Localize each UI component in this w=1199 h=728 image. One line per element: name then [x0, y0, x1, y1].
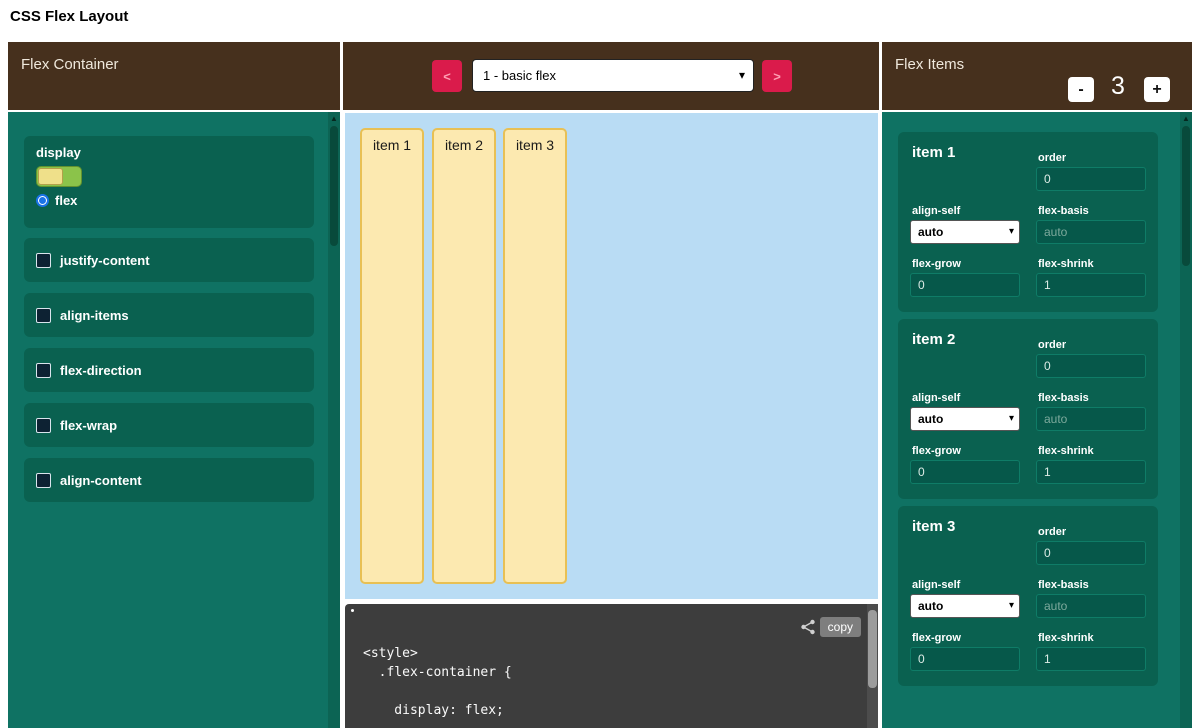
align-self-label: align-self [912, 392, 960, 404]
flex-shrink-input[interactable] [1036, 647, 1146, 671]
preset-next-button[interactable]: > [762, 60, 792, 92]
right-scrollbar-thumb[interactable] [1182, 126, 1190, 266]
align-self-select[interactable]: auto [910, 594, 1020, 618]
display-toggle[interactable] [36, 166, 82, 187]
flex-items-title: Flex Items [895, 56, 964, 73]
preview-item-1: item 1 [360, 128, 424, 584]
align-items-checkbox[interactable] [36, 308, 51, 323]
flex-basis-label: flex-basis [1038, 579, 1089, 591]
scroll-up-icon[interactable]: ▲ [1180, 114, 1192, 124]
flex-wrap-label: flex-wrap [60, 418, 117, 433]
code-line: <style> [363, 644, 512, 663]
order-label: order [1038, 152, 1066, 164]
flex-grow-input[interactable] [910, 647, 1020, 671]
flex-direction-checkbox[interactable] [36, 363, 51, 378]
code-panel: copy <style> .flex-container { display: … [345, 604, 878, 728]
flex-shrink-label: flex-shrink [1038, 632, 1094, 644]
item-name: item 2 [912, 331, 955, 348]
order-input[interactable] [1036, 167, 1146, 191]
flex-container-panel-body: display flex justify-content align-items… [8, 112, 340, 728]
justify-content-label: justify-content [60, 253, 150, 268]
flex-items-panel-header: Flex Items - 3 + [882, 42, 1192, 110]
align-content-label: align-content [60, 473, 142, 488]
preset-toolbar: < 1 - basic flex ▾ > [343, 42, 879, 110]
flex-grow-label: flex-grow [912, 445, 961, 457]
align-self-label: align-self [912, 579, 960, 591]
display-toggle-knob [38, 168, 63, 185]
display-flex-radio-row: flex [36, 193, 77, 208]
order-label: order [1038, 526, 1066, 538]
flex-basis-label: flex-basis [1038, 392, 1089, 404]
decrease-items-button[interactable]: - [1068, 77, 1094, 102]
preview-item-2: item 2 [432, 128, 496, 584]
cursor-dot [351, 609, 354, 612]
align-self-select-wrap: auto ▾ [910, 594, 1020, 618]
page-title: CSS Flex Layout [10, 8, 128, 25]
display-card: display flex [24, 136, 314, 228]
left-panel-scrollbar[interactable]: ▲ [328, 112, 340, 728]
code-scrollbar[interactable] [867, 604, 878, 728]
preset-select[interactable]: 1 - basic flex [472, 59, 754, 92]
code-block: <style> .flex-container { display: flex; [363, 644, 512, 720]
order-label: order [1038, 339, 1066, 351]
flex-grow-label: flex-grow [912, 632, 961, 644]
align-content-checkbox[interactable] [36, 473, 51, 488]
option-card-align-items: align-items [24, 293, 314, 337]
flex-shrink-label: flex-shrink [1038, 445, 1094, 457]
align-self-select[interactable]: auto [910, 407, 1020, 431]
item-name: item 1 [912, 144, 955, 161]
code-line: .flex-container { [363, 663, 512, 682]
option-card-flex-direction: flex-direction [24, 348, 314, 392]
align-self-select-wrap: auto ▾ [910, 220, 1020, 244]
order-input[interactable] [1036, 541, 1146, 565]
flex-shrink-input[interactable] [1036, 460, 1146, 484]
flex-items-panel-body: item 1 order align-self auto ▾ flex-basi… [882, 112, 1192, 728]
flex-grow-input[interactable] [910, 273, 1020, 297]
flex-basis-label: flex-basis [1038, 205, 1089, 217]
left-scrollbar-thumb[interactable] [330, 126, 338, 246]
flex-basis-input[interactable] [1036, 220, 1146, 244]
flex-wrap-checkbox[interactable] [36, 418, 51, 433]
preview-item-3: item 3 [503, 128, 567, 584]
items-count: 3 [1098, 72, 1138, 101]
align-items-label: align-items [60, 308, 129, 323]
flex-radio-label: flex [55, 193, 77, 208]
item-name: item 3 [912, 518, 955, 535]
code-line [363, 682, 512, 701]
align-self-select[interactable]: auto [910, 220, 1020, 244]
flex-basis-input[interactable] [1036, 594, 1146, 618]
option-card-flex-wrap: flex-wrap [24, 403, 314, 447]
app-root: CSS Flex Layout Flex Container display f… [0, 0, 1199, 728]
flex-basis-input[interactable] [1036, 407, 1146, 431]
flex-shrink-input[interactable] [1036, 273, 1146, 297]
item-card-2: item 2 order align-self auto ▾ flex-basi… [898, 319, 1158, 499]
preset-select-wrap: 1 - basic flex ▾ [472, 59, 754, 92]
option-card-align-content: align-content [24, 458, 314, 502]
flex-container-panel-header: Flex Container [8, 42, 340, 110]
order-input[interactable] [1036, 354, 1146, 378]
increase-items-button[interactable]: + [1144, 77, 1170, 102]
display-label: display [36, 145, 81, 160]
code-line: display: flex; [363, 701, 512, 720]
flex-grow-label: flex-grow [912, 258, 961, 270]
flex-container-title: Flex Container [21, 56, 119, 73]
align-self-select-wrap: auto ▾ [910, 407, 1020, 431]
flex-direction-label: flex-direction [60, 363, 142, 378]
flex-grow-input[interactable] [910, 460, 1020, 484]
share-icon[interactable] [800, 619, 816, 635]
align-self-label: align-self [912, 205, 960, 217]
item-card-3: item 3 order align-self auto ▾ flex-basi… [898, 506, 1158, 686]
option-card-justify-content: justify-content [24, 238, 314, 282]
flex-radio[interactable] [36, 194, 49, 207]
item-card-1: item 1 order align-self auto ▾ flex-basi… [898, 132, 1158, 312]
justify-content-checkbox[interactable] [36, 253, 51, 268]
scroll-up-icon[interactable]: ▲ [328, 114, 340, 124]
code-scrollbar-thumb[interactable] [868, 610, 877, 688]
flex-preview-canvas: item 1 item 2 item 3 [345, 113, 878, 599]
preset-prev-button[interactable]: < [432, 60, 462, 92]
flex-shrink-label: flex-shrink [1038, 258, 1094, 270]
copy-button[interactable]: copy [820, 617, 861, 637]
right-panel-scrollbar[interactable]: ▲ [1180, 112, 1192, 728]
